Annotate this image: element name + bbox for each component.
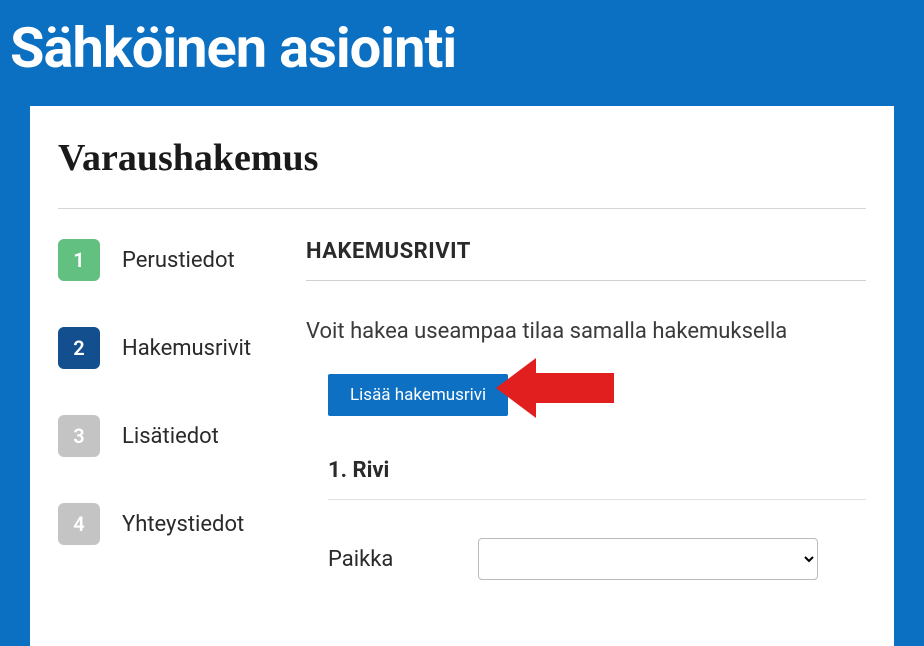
place-select-wrap [478,538,866,580]
page-title: Varaushakemus [58,136,866,180]
step-perustiedot[interactable]: 1 Perustiedot [58,239,306,281]
row-divider [328,499,866,500]
section-divider [306,280,866,281]
header-title: Sähköinen asiointi [10,15,924,81]
step-label-2: Hakemusrivit [122,336,251,361]
content-row: 1 Perustiedot 2 Hakemusrivit 3 Lisätiedo… [58,239,866,591]
step-number-3: 3 [58,415,100,457]
step-label-3: Lisätiedot [122,424,219,449]
page-header: Sähköinen asiointi [0,0,924,106]
step-number-2: 2 [58,327,100,369]
step-hakemusrivit[interactable]: 2 Hakemusrivit [58,327,306,369]
step-yhteystiedot[interactable]: 4 Yhteystiedot [58,503,306,545]
step-number-1: 1 [58,239,100,281]
main-panel: HAKEMUSRIVIT Voit hakea useampaa tilaa s… [306,239,866,591]
place-row: Paikka [328,538,866,580]
step-label-1: Perustiedot [122,248,235,273]
step-label-4: Yhteystiedot [122,512,244,537]
section-title: HAKEMUSRIVIT [306,239,866,264]
add-row-button[interactable]: Lisää hakemusrivi [328,374,508,416]
form-card: Varaushakemus 1 Perustiedot 2 Hakemusriv… [30,106,894,646]
step-number-4: 4 [58,503,100,545]
title-divider [58,208,866,209]
row-heading: 1. Rivi [328,458,866,483]
step-lisatiedot[interactable]: 3 Lisätiedot [58,415,306,457]
place-select[interactable] [478,538,818,580]
pointer-arrow-icon [496,353,616,423]
place-label: Paikka [328,547,478,572]
info-text: Voit hakea useampaa tilaa samalla hakemu… [306,319,866,344]
step-sidebar: 1 Perustiedot 2 Hakemusrivit 3 Lisätiedo… [58,239,306,591]
